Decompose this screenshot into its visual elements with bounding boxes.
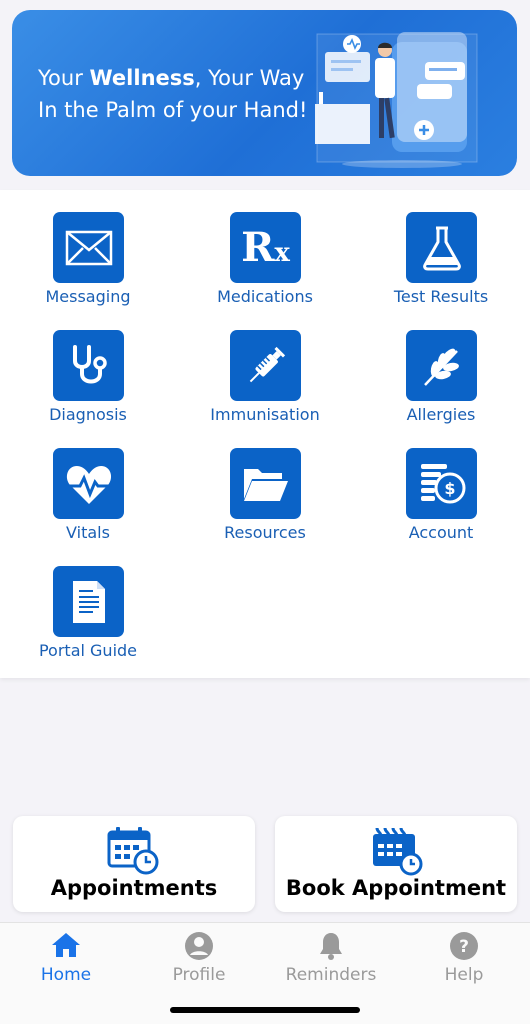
doctor-illustration (315, 32, 478, 168)
banner-line2: In the Palm of your Hand! (38, 98, 308, 122)
menu-item-label: Medications (217, 287, 313, 306)
menu-item-label: Immunisation (210, 405, 320, 424)
heart-pulse-icon (53, 448, 124, 519)
coins-dollar-icon: $ (406, 448, 477, 519)
menu-item-label: Resources (224, 523, 306, 542)
menu-item-label: Diagnosis (49, 405, 127, 424)
banner-text: Your Wellness, Your Way In the Palm of y… (38, 62, 307, 126)
tab-label: Home (40, 965, 92, 985)
tab-home[interactable]: Home (0, 923, 132, 993)
user-icon (185, 932, 213, 960)
folder-icon (230, 448, 301, 519)
menu-item-label: Vitals (66, 523, 110, 542)
banner-line1-bold: Wellness (89, 66, 195, 90)
stethoscope-icon (53, 330, 124, 401)
tab-reminders[interactable]: Reminders (265, 923, 397, 993)
menu-item-label: Test Results (393, 287, 489, 306)
appointments-button[interactable]: Appointments (13, 816, 255, 912)
menu-item-label: Account (408, 523, 474, 542)
appointments-label: Appointments (50, 876, 218, 900)
calendar-clock-icon (107, 827, 159, 875)
tab-help[interactable]: ? Help (398, 923, 530, 993)
document-icon (53, 566, 124, 637)
wheat-icon (406, 330, 477, 401)
tab-label: Help (444, 965, 484, 985)
banner-line1-suffix: , Your Way (194, 66, 305, 90)
menu-item-label: Allergies (406, 405, 476, 424)
menu-item-vitals[interactable]: Vitals (13, 426, 163, 542)
menu-item-resources[interactable]: Resources (190, 426, 340, 542)
home-indicator (170, 1007, 360, 1013)
home-icon (52, 933, 80, 957)
menu-item-diagnosis[interactable]: Diagnosis (13, 308, 163, 424)
bell-icon (320, 933, 342, 960)
tab-label: Profile (172, 965, 226, 985)
menu-item-test-results[interactable]: Test Results (366, 190, 516, 306)
envelope-icon (53, 212, 124, 283)
tab-label: Reminders (285, 965, 377, 985)
menu-item-account[interactable]: $ Account (366, 426, 516, 542)
calendar-book-icon (373, 827, 423, 876)
svg-text:$: $ (444, 479, 455, 498)
menu-item-immunisation[interactable]: Immunisation (190, 308, 340, 424)
syringe-icon (230, 330, 301, 401)
question-icon: ? (450, 932, 478, 960)
menu-item-label: Messaging (45, 287, 131, 306)
book-appointment-label: Book Appointment (285, 876, 507, 900)
rx-icon: Rx (230, 212, 301, 283)
menu-item-messaging[interactable]: Messaging (13, 190, 163, 306)
hero-banner: Your Wellness, Your Way In the Palm of y… (12, 10, 517, 176)
tab-profile[interactable]: Profile (133, 923, 265, 993)
menu-item-allergies[interactable]: Allergies (366, 308, 516, 424)
menu-item-portal-guide[interactable]: Portal Guide (13, 544, 163, 660)
book-appointment-button[interactable]: Book Appointment (275, 816, 517, 912)
feature-grid: Messaging Rx Medications Test Results Di… (0, 190, 530, 678)
svg-text:?: ? (459, 937, 469, 957)
menu-item-label: Portal Guide (38, 641, 138, 660)
flask-icon (406, 212, 477, 283)
menu-item-medications[interactable]: Rx Medications (190, 190, 340, 306)
banner-line1-prefix: Your (38, 66, 90, 90)
